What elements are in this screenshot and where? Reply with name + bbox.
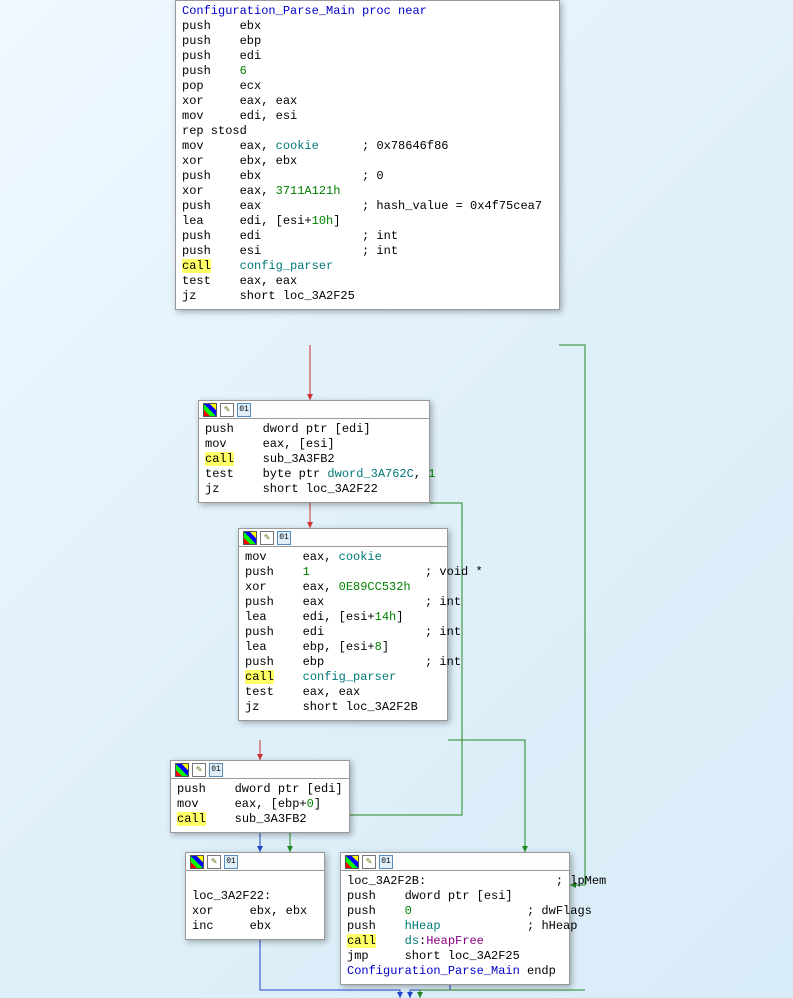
palette-icon[interactable]	[345, 855, 359, 869]
disasm-code: push dword ptr [edi] mov eax, [ebp+0] ca…	[171, 779, 349, 832]
edit-icon[interactable]	[220, 403, 234, 417]
hex-icon[interactable]: 01	[209, 763, 223, 777]
block-header: 01	[239, 529, 447, 547]
disasm-code: loc_3A2F22: xor ebx, ebx inc ebx	[186, 871, 324, 939]
edit-icon[interactable]	[362, 855, 376, 869]
edit-icon[interactable]	[192, 763, 206, 777]
disasm-code: push dword ptr [edi] mov eax, [esi] call…	[199, 419, 429, 502]
block-header: 01	[199, 401, 429, 419]
palette-icon[interactable]	[175, 763, 189, 777]
palette-icon[interactable]	[190, 855, 204, 869]
disasm-code: loc_3A2F2B: ; lpMem push dword ptr [esi]…	[341, 871, 569, 984]
block-header: 01	[171, 761, 349, 779]
hex-icon[interactable]: 01	[237, 403, 251, 417]
palette-icon[interactable]	[203, 403, 217, 417]
edit-icon[interactable]	[260, 531, 274, 545]
hex-icon[interactable]: 01	[379, 855, 393, 869]
block-loc-3a2f2b: 01 loc_3A2F2B: ; lpMem push dword ptr [e…	[340, 852, 570, 985]
block-3: 01 mov eax, cookie push 1 ; void * xor e…	[238, 528, 448, 721]
block-loc-3a2f22: 01 loc_3A2F22: xor ebx, ebx inc ebx	[185, 852, 325, 940]
block-header: 01	[186, 853, 324, 871]
block-header: 01	[341, 853, 569, 871]
hex-icon[interactable]: 01	[224, 855, 238, 869]
edit-icon[interactable]	[207, 855, 221, 869]
palette-icon[interactable]	[243, 531, 257, 545]
block-4: 01 push dword ptr [edi] mov eax, [ebp+0]…	[170, 760, 350, 833]
hex-icon[interactable]: 01	[277, 531, 291, 545]
disasm-code: Configuration_Parse_Main proc near push …	[176, 1, 559, 309]
disasm-code: mov eax, cookie push 1 ; void * xor eax,…	[239, 547, 447, 720]
block-config-parse-main: Configuration_Parse_Main proc near push …	[175, 0, 560, 310]
block-2: 01 push dword ptr [edi] mov eax, [esi] c…	[198, 400, 430, 503]
